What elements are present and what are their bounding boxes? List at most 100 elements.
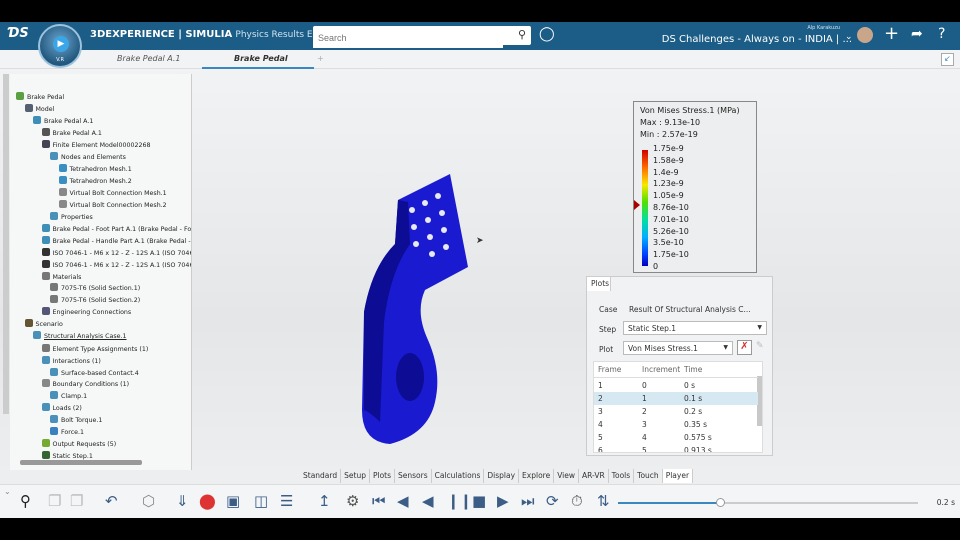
plus-icon[interactable]: +: [884, 23, 899, 44]
share-icon[interactable]: ➦: [911, 26, 923, 42]
plot-select[interactable]: Von Mises Stress.1 ▼: [623, 341, 733, 355]
tab-brake-pedal[interactable]: Brake Pedal: [234, 54, 288, 63]
tree-node[interactable]: Loads (2): [41, 403, 82, 415]
action-tab-player[interactable]: Player: [662, 469, 694, 483]
first-frame-icon[interactable]: ⏮: [372, 492, 386, 510]
table-row[interactable]: 3 2 0.2 s: [594, 405, 758, 418]
plots-tab[interactable]: Plots: [587, 277, 611, 291]
action-tab-setup[interactable]: Setup: [341, 469, 370, 483]
export-icon[interactable]: ↥: [318, 492, 331, 510]
table-row[interactable]: 4 3 0.35 s: [594, 418, 758, 431]
play-icon[interactable]: ▶: [53, 36, 69, 52]
time-slider[interactable]: [618, 498, 918, 507]
last-frame-icon[interactable]: ⏭: [521, 492, 535, 510]
action-tab-explore[interactable]: Explore: [519, 469, 555, 483]
column-header[interactable]: Increment: [642, 362, 680, 378]
chevron-down-icon[interactable]: ⌄: [845, 32, 853, 42]
action-tab-ar-vr[interactable]: AR-VR: [579, 469, 609, 483]
tree-node[interactable]: Virtual Bolt Connection Mesh.1: [58, 188, 167, 200]
action-tab-plots[interactable]: Plots: [370, 469, 396, 483]
search-icon[interactable]: ⚲: [518, 28, 526, 41]
compass-widget[interactable]: ▶ V.R: [38, 24, 82, 68]
tree-node[interactable]: Force.1: [50, 427, 84, 439]
tree-node[interactable]: Element Type Assignments (1): [41, 344, 148, 356]
table-row[interactable]: 5 4 0.575 s: [594, 431, 758, 444]
animation-icon[interactable]: ▣: [226, 492, 240, 510]
action-tab-tools[interactable]: Tools: [609, 469, 635, 483]
tree-horizontal-scrollbar[interactable]: [20, 460, 142, 465]
tree-node[interactable]: Brake Pedal A.1: [33, 116, 93, 128]
tree-node[interactable]: Properties: [50, 212, 93, 224]
speed-icon[interactable]: ⏱: [571, 492, 583, 510]
tree-node[interactable]: ISO 7046-1 - M6 x 12 - Z - 12S A.1 (ISO …: [41, 248, 191, 260]
tag-icon[interactable]: ◯: [539, 26, 555, 42]
component-icon[interactable]: ⬡: [142, 492, 155, 510]
action-tab-display[interactable]: Display: [484, 469, 520, 483]
tree-node[interactable]: Output Requests (5): [41, 439, 116, 451]
tree-node[interactable]: Boundary Conditions (1): [41, 379, 129, 391]
action-tab-touch[interactable]: Touch: [634, 469, 663, 483]
tree-node[interactable]: Brake Pedal - Foot Part A.1 (Brake Pedal…: [41, 224, 191, 236]
tree-node[interactable]: Clamp.1: [50, 391, 87, 403]
tree-node[interactable]: Interactions (1): [41, 356, 101, 368]
action-tab-standard[interactable]: Standard: [300, 469, 342, 483]
tab-brake-pedal-a1[interactable]: Brake Pedal A.1: [117, 54, 181, 63]
settings-icon[interactable]: ⚙: [346, 492, 359, 510]
next-frame-icon[interactable]: ▶: [497, 492, 509, 510]
undo-icon[interactable]: ↶: [105, 492, 118, 510]
pause-icon[interactable]: ❙❙: [447, 492, 472, 510]
table-row[interactable]: 2 1 0.1 s: [594, 392, 758, 405]
tree-node[interactable]: 7075-T6 (Solid Section.2): [50, 295, 140, 307]
search-input[interactable]: [313, 28, 503, 48]
search-box[interactable]: ⚲: [313, 26, 531, 48]
collapse-icon[interactable]: ↙: [941, 53, 954, 66]
brake-pedal-model[interactable]: [350, 172, 480, 452]
tree-node[interactable]: Engineering Connections: [41, 307, 131, 319]
action-tab-calculations[interactable]: Calculations: [432, 469, 485, 483]
edit-icon[interactable]: ✎: [756, 341, 764, 351]
color-legend[interactable]: Von Mises Stress.1 (MPa) Max : 9.13e-10 …: [633, 101, 757, 273]
tree-vertical-scrollbar[interactable]: [3, 74, 9, 414]
list-icon[interactable]: ☰: [280, 492, 293, 510]
tree-node[interactable]: Model: [24, 104, 54, 116]
tree-node[interactable]: Scenario: [24, 319, 63, 331]
tree-node[interactable]: 7075-T6 (Solid Section.1): [50, 283, 140, 295]
tree-node[interactable]: Brake Pedal - Handle Part A.1 (Brake Ped…: [41, 236, 191, 248]
tree-node[interactable]: Finite Element Model00002268: [41, 140, 151, 152]
tree-node[interactable]: Structural Analysis Case.1: [33, 331, 127, 343]
tree-node[interactable]: ISO 7046-1 - M6 x 12 - Z - 12S A.1 (ISO …: [41, 260, 191, 272]
ds-logo-icon[interactable]: ƊS: [8, 26, 29, 41]
update-icon[interactable]: ⇓: [176, 492, 189, 510]
tree-node[interactable]: Tetrahedron Mesh.1: [58, 164, 132, 176]
tree-node[interactable]: Tetrahedron Mesh.2: [58, 176, 132, 188]
column-header[interactable]: Frame: [598, 362, 621, 378]
expand-icon[interactable]: ⌄: [4, 487, 11, 496]
avatar[interactable]: [857, 27, 873, 43]
display-icon[interactable]: ◫: [254, 492, 268, 510]
tree-node[interactable]: Virtual Bolt Connection Mesh.2: [58, 200, 167, 212]
zoom-icon[interactable]: ⚲: [20, 492, 31, 510]
tree-node[interactable]: Nodes and Elements: [50, 152, 126, 164]
previous-frame-icon[interactable]: ◀: [397, 492, 409, 510]
play-backward-icon[interactable]: ◀: [422, 492, 434, 510]
paste-icon[interactable]: ❐: [70, 492, 83, 510]
table-row[interactable]: 1 0 0 s: [594, 379, 758, 392]
stop-icon[interactable]: ■: [472, 492, 486, 510]
slider-handle[interactable]: [716, 498, 725, 507]
action-tab-view[interactable]: View: [554, 469, 580, 483]
table-row[interactable]: 6 5 0.913 s: [594, 444, 758, 452]
collab-space-selector[interactable]: DS Challenges - Always on - INDIA | ...: [662, 34, 852, 45]
copy-icon[interactable]: ❐: [48, 492, 61, 510]
help-icon[interactable]: ?: [938, 26, 945, 42]
tree-node[interactable]: Brake Pedal A.1: [41, 128, 102, 140]
column-header[interactable]: Time: [684, 362, 702, 378]
action-tab-sensors[interactable]: Sensors: [395, 469, 432, 483]
sort-icon[interactable]: ⇅: [597, 492, 610, 510]
step-select[interactable]: Static Step.1 ▼: [623, 321, 767, 335]
loop-icon[interactable]: ⟳: [546, 492, 559, 510]
contour-plot-icon[interactable]: ⬤: [199, 492, 216, 510]
tree-node[interactable]: Bolt Torque.1: [50, 415, 102, 427]
add-tab-button[interactable]: +: [317, 54, 324, 63]
delete-plot-icon[interactable]: ✗: [737, 340, 752, 355]
tree-node[interactable]: Brake Pedal: [16, 92, 64, 104]
